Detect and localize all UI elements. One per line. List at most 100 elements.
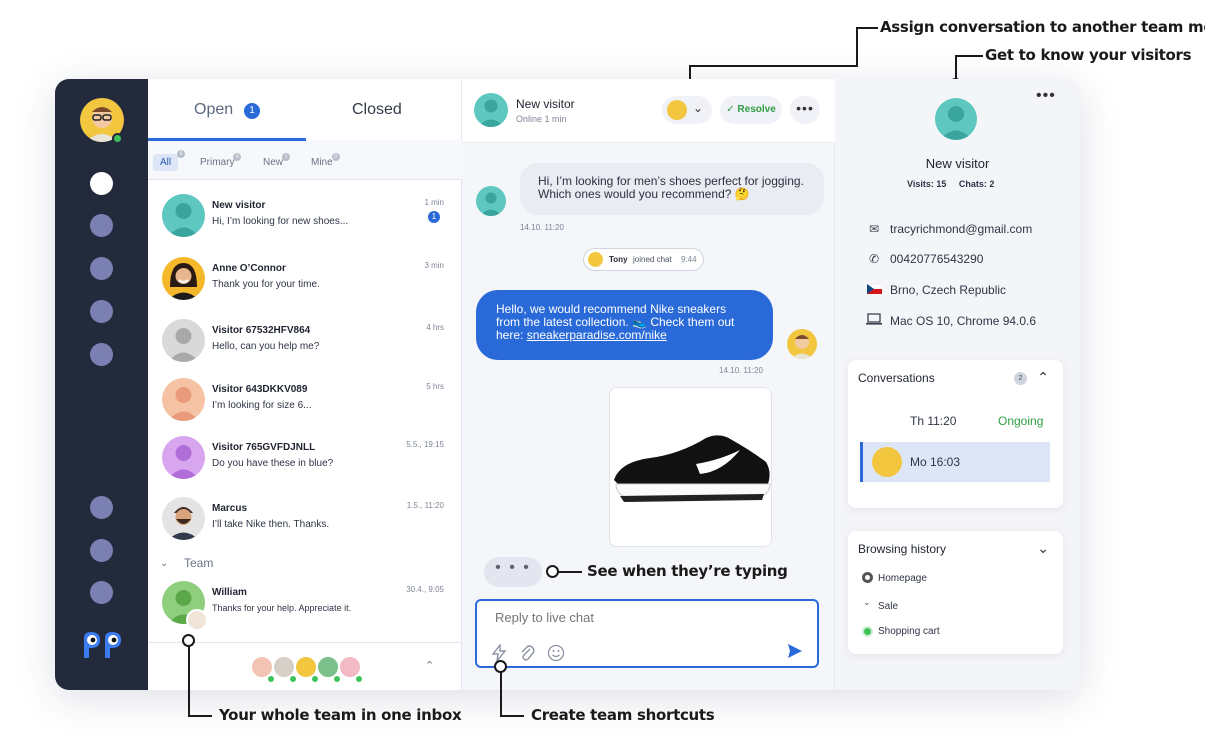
nav-item[interactable]	[90, 300, 113, 323]
chats-count: Chats: 2	[958, 179, 995, 189]
chat-header: New visitor Online 1 min ⌄ ✓ Resolve •••	[462, 79, 835, 143]
visitor-phone[interactable]: 00420776543290	[890, 252, 983, 266]
chevron-up-icon[interactable]: ⌃	[425, 659, 434, 672]
paperclip-icon[interactable]	[519, 644, 535, 662]
annotation-line	[856, 27, 878, 29]
reply-input[interactable]	[495, 610, 795, 625]
joined-time: 9:44	[681, 255, 697, 264]
nav-item[interactable]	[90, 539, 113, 562]
conversation-time: 3 min	[424, 261, 444, 270]
tab-closed[interactable]: Closed	[352, 101, 402, 119]
conversation-name: Marcus	[212, 503, 248, 514]
team-section-label[interactable]: Team	[184, 556, 213, 570]
filter-count: 0	[331, 153, 340, 161]
conversation-preview: Hi, I’m looking for new shoes...	[212, 216, 349, 227]
agent-joined-notice: Tony joined chat 9:44	[583, 248, 704, 271]
conversation-item[interactable]: Visitor 643DKKV089 I’m looking for size …	[148, 366, 461, 426]
annotation-line	[500, 715, 524, 717]
filter-all[interactable]: All 6	[153, 150, 186, 171]
conversation-preview: Thank you for your time.	[212, 279, 320, 290]
visitor-email[interactable]: tracyrichmond@gmail.com	[890, 222, 1032, 236]
conversation-time: 5.5., 19:15	[406, 440, 444, 449]
assigned-agent-avatar	[667, 100, 687, 120]
annotation-visitors: Get to know your visitors	[985, 46, 1192, 64]
product-link[interactable]: sneakerparadise.com/nike	[527, 328, 667, 342]
chevron-down-icon[interactable]: ⌄	[1037, 540, 1049, 557]
conversation-item[interactable]: Anne O’Connor Thank you for your time. 3…	[148, 245, 461, 305]
marcus-avatar	[162, 497, 205, 540]
filter-mine[interactable]: Mine 0	[311, 153, 340, 168]
annotation-line	[188, 715, 212, 717]
resolve-button[interactable]: ✓ Resolve	[720, 96, 782, 124]
message-time: 14.10. 11:20	[520, 223, 564, 232]
app-window: Open 1 Closed All 6 Primary 6 New 1 Mine 0 N…	[55, 79, 1080, 690]
conversation-preview: Do you have these in blue?	[212, 458, 334, 469]
more-icon[interactable]: •••	[1036, 87, 1056, 105]
conversation-time: 1 min	[424, 198, 444, 207]
conversation-time: 5 hrs	[426, 382, 444, 391]
nav-item[interactable]	[90, 343, 113, 366]
check-icon: ✓	[726, 104, 738, 115]
filter-label: Primary	[200, 157, 235, 168]
conversation-item[interactable]: New visitor Hi, I’m looking for new shoe…	[148, 182, 461, 242]
annotation-line	[856, 27, 858, 67]
conversation-status: Ongoing	[998, 414, 1044, 428]
nav-item[interactable]	[90, 496, 113, 519]
tony-avatar	[588, 252, 603, 267]
team-conversation-item[interactable]: William Thanks for your help. Appreciate…	[148, 569, 461, 631]
history-dot	[862, 572, 873, 583]
visitor-device-row: Mac OS 10, Chrome 94.0.6	[865, 313, 1036, 328]
conversation-time: Th 11:20	[910, 414, 957, 428]
filter-primary[interactable]: Primary 6	[200, 153, 242, 168]
nav-item-settings[interactable]	[90, 581, 113, 604]
conversation-item[interactable]: Marcus I’ll take Nike then. Thanks. 1.5.…	[148, 485, 461, 545]
chat-visitor-name: New visitor	[516, 97, 575, 111]
nav-rail	[55, 79, 148, 690]
more-icon[interactable]: •••	[790, 96, 820, 124]
visitor-name: New visitor	[925, 156, 990, 171]
team-footer: ⌃	[148, 642, 461, 690]
history-page: Shopping cart	[878, 626, 940, 637]
chat-visitor-status: Online 1 min	[516, 114, 567, 124]
browsing-history-card: Browsing history ⌄ Homepage ⌄ Sale Shopp…	[848, 531, 1063, 654]
nav-item[interactable]	[90, 214, 113, 237]
online-dot	[356, 676, 362, 682]
filter-bar	[148, 140, 462, 180]
annotation-line	[689, 65, 858, 67]
assign-agent-button[interactable]: ⌄	[662, 96, 712, 124]
app-logo	[84, 632, 121, 658]
sneaker-image	[614, 435, 771, 502]
product-image-card[interactable]	[609, 387, 772, 547]
chevron-down-icon[interactable]: ⌄	[160, 558, 168, 569]
conversation-preview: Thanks for your help. Appreciate it.	[212, 603, 352, 613]
annotation-shortcuts: Create team shortcuts	[531, 706, 715, 724]
visitor-stats: Visits: 15 Chats: 2	[907, 179, 994, 189]
annotation-line	[188, 646, 190, 716]
nav-item[interactable]	[90, 257, 113, 280]
visitor-avatar	[474, 93, 508, 127]
tab-open[interactable]: Open	[194, 101, 233, 119]
chevron-down-icon: ⌄	[693, 101, 704, 115]
conversation-time: 30.4., 9:05	[406, 585, 444, 594]
online-indicator	[112, 133, 123, 144]
send-icon[interactable]	[787, 643, 803, 659]
conversation-list-panel: Open 1 Closed All 6 Primary 6 New 1 Mine 0 N…	[148, 79, 462, 690]
conversation-preview: Hello, can you help me?	[212, 341, 320, 352]
conversation-name: New visitor	[212, 200, 266, 211]
filter-label: New	[263, 157, 284, 168]
conversations-title: Conversations	[858, 371, 935, 385]
conversation-item[interactable]: Visitor 67532HFV864 Hello, can you help …	[148, 307, 461, 367]
filter-new[interactable]: New 1	[263, 153, 291, 168]
conversation-item[interactable]: Visitor 765GVFDJNLL Do you have these in…	[148, 424, 461, 484]
emoji-icon[interactable]	[547, 644, 565, 662]
conversations-card: Conversations 2 ⌃ Th 11:20 Ongoing Mo 16…	[848, 360, 1063, 508]
past-conversation[interactable]: Mo 16:03	[860, 442, 1050, 482]
past-conversation[interactable]: Th 11:20 Ongoing	[860, 401, 1050, 441]
annotation-team: Your whole team in one inbox	[219, 706, 462, 724]
nav-item-chats[interactable]	[90, 172, 113, 195]
agent-message: Hello, we would recommend Nike sneakers …	[476, 290, 773, 360]
typing-indicator: • • •	[484, 557, 542, 587]
resolve-label: Resolve	[737, 104, 776, 115]
chevron-up-icon[interactable]: ⌃	[1037, 369, 1049, 386]
conversation-time: Mo 16:03	[910, 455, 961, 469]
